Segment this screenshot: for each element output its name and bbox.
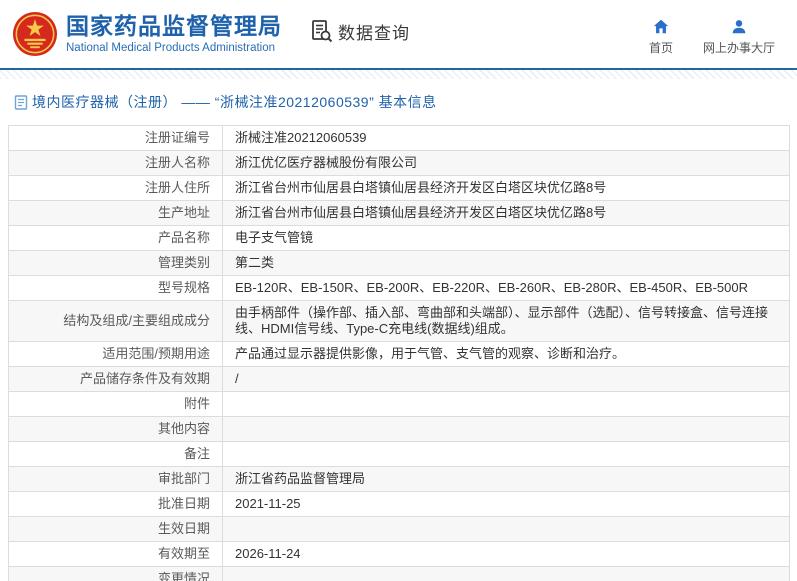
- table-row: 型号规格 EB-120R、EB-150R、EB-200R、EB-220R、EB-2…: [8, 275, 790, 301]
- row-label: 审批部门: [8, 466, 223, 492]
- row-label: 变更情况: [8, 566, 223, 581]
- row-label: 有效期至: [8, 541, 223, 567]
- table-row: 注册人住所 浙江省台州市仙居县白塔镇仙居县经济开发区白塔区块优亿路8号: [8, 175, 790, 201]
- nav-item-home[interactable]: 首页: [649, 18, 673, 56]
- data-query-section[interactable]: 数据查询: [310, 19, 410, 44]
- row-label: 产品名称: [8, 225, 223, 251]
- table-row: 备注: [8, 441, 790, 467]
- table-row: 产品名称 电子支气管镜: [8, 225, 790, 251]
- org-name-cn: 国家药品监督管理局: [66, 12, 282, 39]
- row-value: 浙江省药品监督管理局: [222, 466, 790, 492]
- row-value: 产品通过显示器提供影像，用于气管、支气管的观察、诊断和治疗。: [222, 341, 790, 367]
- table-row: 结构及组成/主要组成成分 由手柄部件（操作部、插入部、弯曲部和头端部）、显示部件（…: [8, 300, 790, 342]
- row-value: 浙江省台州市仙居县白塔镇仙居县经济开发区白塔区块优亿路8号: [222, 175, 790, 201]
- table-row: 审批部门 浙江省药品监督管理局: [8, 466, 790, 492]
- row-label: 批准日期: [8, 491, 223, 517]
- row-value: 第二类: [222, 250, 790, 276]
- table-row: 附件: [8, 391, 790, 417]
- table-row: 管理类别 第二类: [8, 250, 790, 276]
- row-label: 其他内容: [8, 416, 223, 442]
- row-value: /: [222, 366, 790, 392]
- nav-label-home: 首页: [648, 41, 673, 55]
- table-row: 批准日期 2021-11-25: [8, 491, 790, 517]
- row-value: [222, 391, 790, 417]
- table-row: 适用范围/预期用途 产品通过显示器提供影像，用于气管、支气管的观察、诊断和治疗。: [8, 341, 790, 367]
- row-label: 附件: [8, 391, 223, 417]
- row-value: [222, 516, 790, 542]
- row-value: [222, 416, 790, 442]
- header-hatch-divider: [0, 70, 797, 79]
- row-label: 型号规格: [8, 275, 223, 301]
- page-header: 国家药品监督管理局 National Medical Products Admi…: [0, 0, 797, 70]
- nav-item-online-hall[interactable]: 网上办事大厅: [703, 18, 775, 56]
- breadcrumb: 境内医疗器械（注册） —— “浙械注准20212060539” 基本信息: [0, 79, 797, 123]
- row-label: 注册人住所: [8, 175, 223, 201]
- row-label: 结构及组成/主要组成成分: [8, 300, 223, 342]
- row-value: EB-120R、EB-150R、EB-200R、EB-220R、EB-260R、…: [222, 275, 790, 301]
- org-name-en: National Medical Products Administration: [66, 41, 276, 54]
- table-row: 有效期至 2026-11-24: [8, 541, 790, 567]
- row-value: 浙江省台州市仙居县白塔镇仙居县经济开发区白塔区块优亿路8号: [222, 200, 790, 226]
- home-icon: [653, 19, 669, 34]
- row-label: 适用范围/预期用途: [8, 341, 223, 367]
- row-value: 2021-11-25: [222, 491, 790, 517]
- org-title-block: 国家药品监督管理局 National Medical Products Admi…: [66, 13, 282, 56]
- info-table-body: 注册证编号 浙械注准20212060539 注册人名称 浙江优亿医疗器械股份有限公司注…: [8, 125, 790, 581]
- row-value: [222, 441, 790, 467]
- row-label: 产品储存条件及有效期: [8, 366, 223, 392]
- row-value: 电子支气管镜: [222, 225, 790, 251]
- row-value: [222, 566, 790, 581]
- table-row: 生效日期: [8, 516, 790, 542]
- registration-info-table-wrap: 注册证编号 浙械注准20212060539 注册人名称 浙江优亿医疗器械股份有限公司注…: [0, 123, 797, 581]
- table-row: 其他内容: [8, 416, 790, 442]
- header-nav: 首页 网上办事大厅: [649, 18, 775, 56]
- registration-info-table: 注册证编号 浙械注准20212060539 注册人名称 浙江优亿医疗器械股份有限公司注…: [8, 125, 790, 581]
- row-value: 由手柄部件（操作部、插入部、弯曲部和头端部）、显示部件（选配）、信号转接盒、信号…: [222, 300, 790, 342]
- national-emblem-logo: [12, 11, 58, 57]
- person-icon: [732, 20, 746, 34]
- table-row: 注册证编号 浙械注准20212060539: [8, 125, 790, 151]
- row-label: 注册证编号: [8, 125, 223, 151]
- document-search-icon: [312, 20, 333, 43]
- row-value: 浙江优亿医疗器械股份有限公司: [222, 150, 790, 176]
- row-label: 管理类别: [8, 250, 223, 276]
- section-title: 数据查询: [338, 23, 410, 43]
- row-label: 生产地址: [8, 200, 223, 226]
- table-row: 变更情况: [8, 566, 790, 581]
- table-row: 产品储存条件及有效期 /: [8, 366, 790, 392]
- table-row: 生产地址 浙江省台州市仙居县白塔镇仙居县经济开发区白塔区块优亿路8号: [8, 200, 790, 226]
- row-value: 浙械注准20212060539: [222, 125, 790, 151]
- table-row: 注册人名称 浙江优亿医疗器械股份有限公司: [8, 150, 790, 176]
- row-label: 注册人名称: [8, 150, 223, 176]
- nav-label-online-hall: 网上办事大厅: [702, 41, 775, 55]
- page-doc-icon: [14, 94, 28, 110]
- row-label: 备注: [8, 441, 223, 467]
- row-label: 生效日期: [8, 516, 223, 542]
- row-value: 2026-11-24: [222, 541, 790, 567]
- breadcrumb-text: 境内医疗器械（注册） —— “浙械注准20212060539” 基本信息: [32, 94, 437, 110]
